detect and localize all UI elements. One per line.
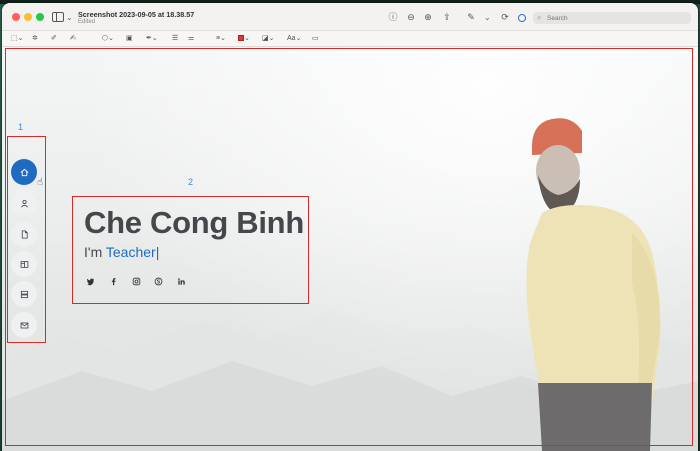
text-box-icon[interactable]: ▣: [126, 34, 133, 44]
close-window-button[interactable]: [12, 13, 20, 21]
sidebar-toggle-icon[interactable]: [52, 12, 64, 22]
annotation-rect-outer: [5, 48, 693, 446]
markup-toolbar: ⬚⌄ ✲ ✐ ✍ ⬡⌄ ▣ ✒⌄ ☰ ⚌ ≡⌄ ⌄ ◪⌄ Aa⌄ ▭: [2, 31, 698, 47]
chevron-down-icon[interactable]: ⌄: [484, 13, 491, 22]
minimize-window-button[interactable]: [24, 13, 32, 21]
markup-pen-icon[interactable]: ✎: [466, 12, 476, 22]
border-color-icon[interactable]: ⌄: [238, 34, 250, 44]
rotate-icon[interactable]: ⟳: [500, 12, 510, 22]
chevron-down-icon[interactable]: ⌄: [66, 13, 73, 22]
document-title: Screenshot 2023-09-05 at 18.38.57: [78, 10, 195, 19]
fill-color-icon[interactable]: ◪⌄: [262, 34, 274, 44]
zoom-window-button[interactable]: [36, 13, 44, 21]
instant-alpha-icon[interactable]: ✲: [32, 34, 38, 44]
sign-icon[interactable]: ✒⌄: [146, 34, 158, 44]
markup-toggle-icon[interactable]: [518, 14, 526, 22]
search-input[interactable]: [547, 12, 685, 24]
text-style-label: Aa: [287, 35, 296, 42]
describe-icon[interactable]: ▭: [312, 34, 319, 44]
zoom-in-icon[interactable]: ⊕: [423, 12, 433, 22]
shapes-icon[interactable]: ⬡⌄: [102, 34, 114, 44]
draw-icon[interactable]: ✍: [70, 34, 76, 44]
zoom-out-icon[interactable]: ⊖: [406, 12, 416, 22]
title-bar: ⌄ Screenshot 2023-09-05 at 18.38.57 Edit…: [2, 3, 698, 31]
line-style-icon[interactable]: ≡⌄: [216, 34, 226, 44]
share-icon[interactable]: ⇪: [442, 12, 452, 22]
selection-tool-icon[interactable]: ⬚⌄: [11, 34, 23, 44]
search-icon: ⌕: [537, 13, 542, 22]
hand-cursor-icon: ☝: [37, 177, 44, 188]
text-style-button[interactable]: Aa⌄: [287, 34, 301, 44]
screenshot-content: 1 2 Che Cong Binh I'm Teacher| ☝: [2, 47, 698, 451]
preview-window: ⌄ Screenshot 2023-09-05 at 18.38.57 Edit…: [2, 3, 698, 451]
info-icon[interactable]: ⓘ: [388, 12, 398, 22]
note-icon[interactable]: ☰: [172, 34, 178, 44]
sketch-icon[interactable]: ✐: [51, 34, 57, 44]
document-status: Edited: [78, 19, 96, 25]
adjust-icon[interactable]: ⚌: [188, 34, 194, 44]
search-field[interactable]: ⌕: [533, 12, 691, 24]
